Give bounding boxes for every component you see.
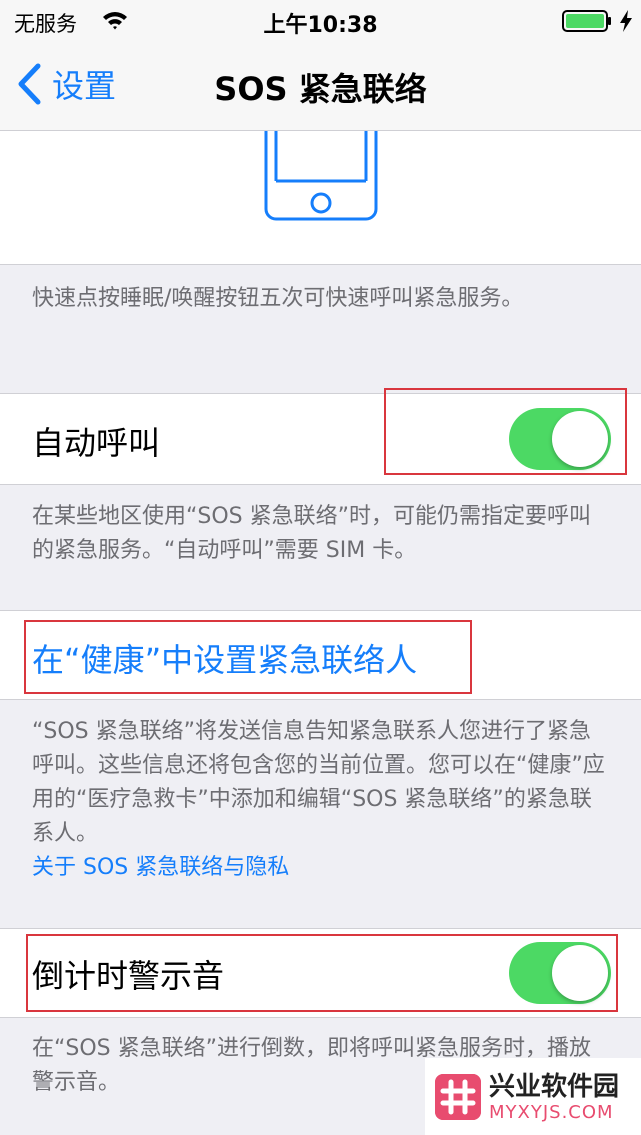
watermark-title: 兴业软件园: [489, 1072, 620, 1102]
auto-call-description: 在某些地区使用“SOS 紧急联络”时，可能仍需指定要呼叫的紧急服务。“自动呼叫”…: [32, 504, 592, 563]
clock: 上午10:38: [263, 13, 378, 38]
auto-call-toggle[interactable]: [509, 408, 611, 470]
sos-privacy-link[interactable]: 关于 SOS 紧急联络与隐私: [32, 851, 612, 885]
health-contacts-description-text: “SOS 紧急联络”将发送信息告知紧急联系人您进行了紧急呼叫。这些信息还将包含您…: [32, 719, 605, 846]
page-title: SOS 紧急联络: [214, 70, 427, 108]
battery-icon: [562, 10, 611, 32]
countdown-sound-label: 倒计时警示音: [32, 957, 225, 995]
intro-description: 快速点按睡眠/唤醒按钮五次可快速呼叫紧急服务。: [32, 286, 524, 311]
health-contacts-row[interactable]: 在“健康”中设置紧急联络人: [0, 610, 641, 700]
status-bar: 无服务 上午10:38: [0, 0, 641, 40]
navigation-bar: 设置 SOS 紧急联络: [0, 40, 641, 131]
health-contacts-description: “SOS 紧急联络”将发送信息告知紧急联系人您进行了紧急呼叫。这些信息还将包含您…: [32, 715, 612, 885]
toggle-knob: [552, 945, 608, 1001]
hash-logo-icon: [435, 1074, 481, 1120]
phone-illustration-icon: [264, 131, 378, 221]
setup-emergency-contacts-link[interactable]: 在“健康”中设置紧急联络人: [32, 635, 417, 681]
toggle-knob: [552, 411, 608, 467]
countdown-sound-toggle[interactable]: [509, 942, 611, 1004]
watermark: 兴业软件园 MYXYJS.COM: [425, 1058, 641, 1135]
auto-call-row: 自动呼叫: [0, 393, 641, 485]
countdown-sound-row: 倒计时警示音: [0, 928, 641, 1018]
illustration-section: [0, 131, 641, 265]
charging-bolt-icon: [620, 10, 632, 32]
auto-call-label: 自动呼叫: [32, 424, 161, 462]
watermark-url: MYXYJS.COM: [489, 1102, 614, 1123]
